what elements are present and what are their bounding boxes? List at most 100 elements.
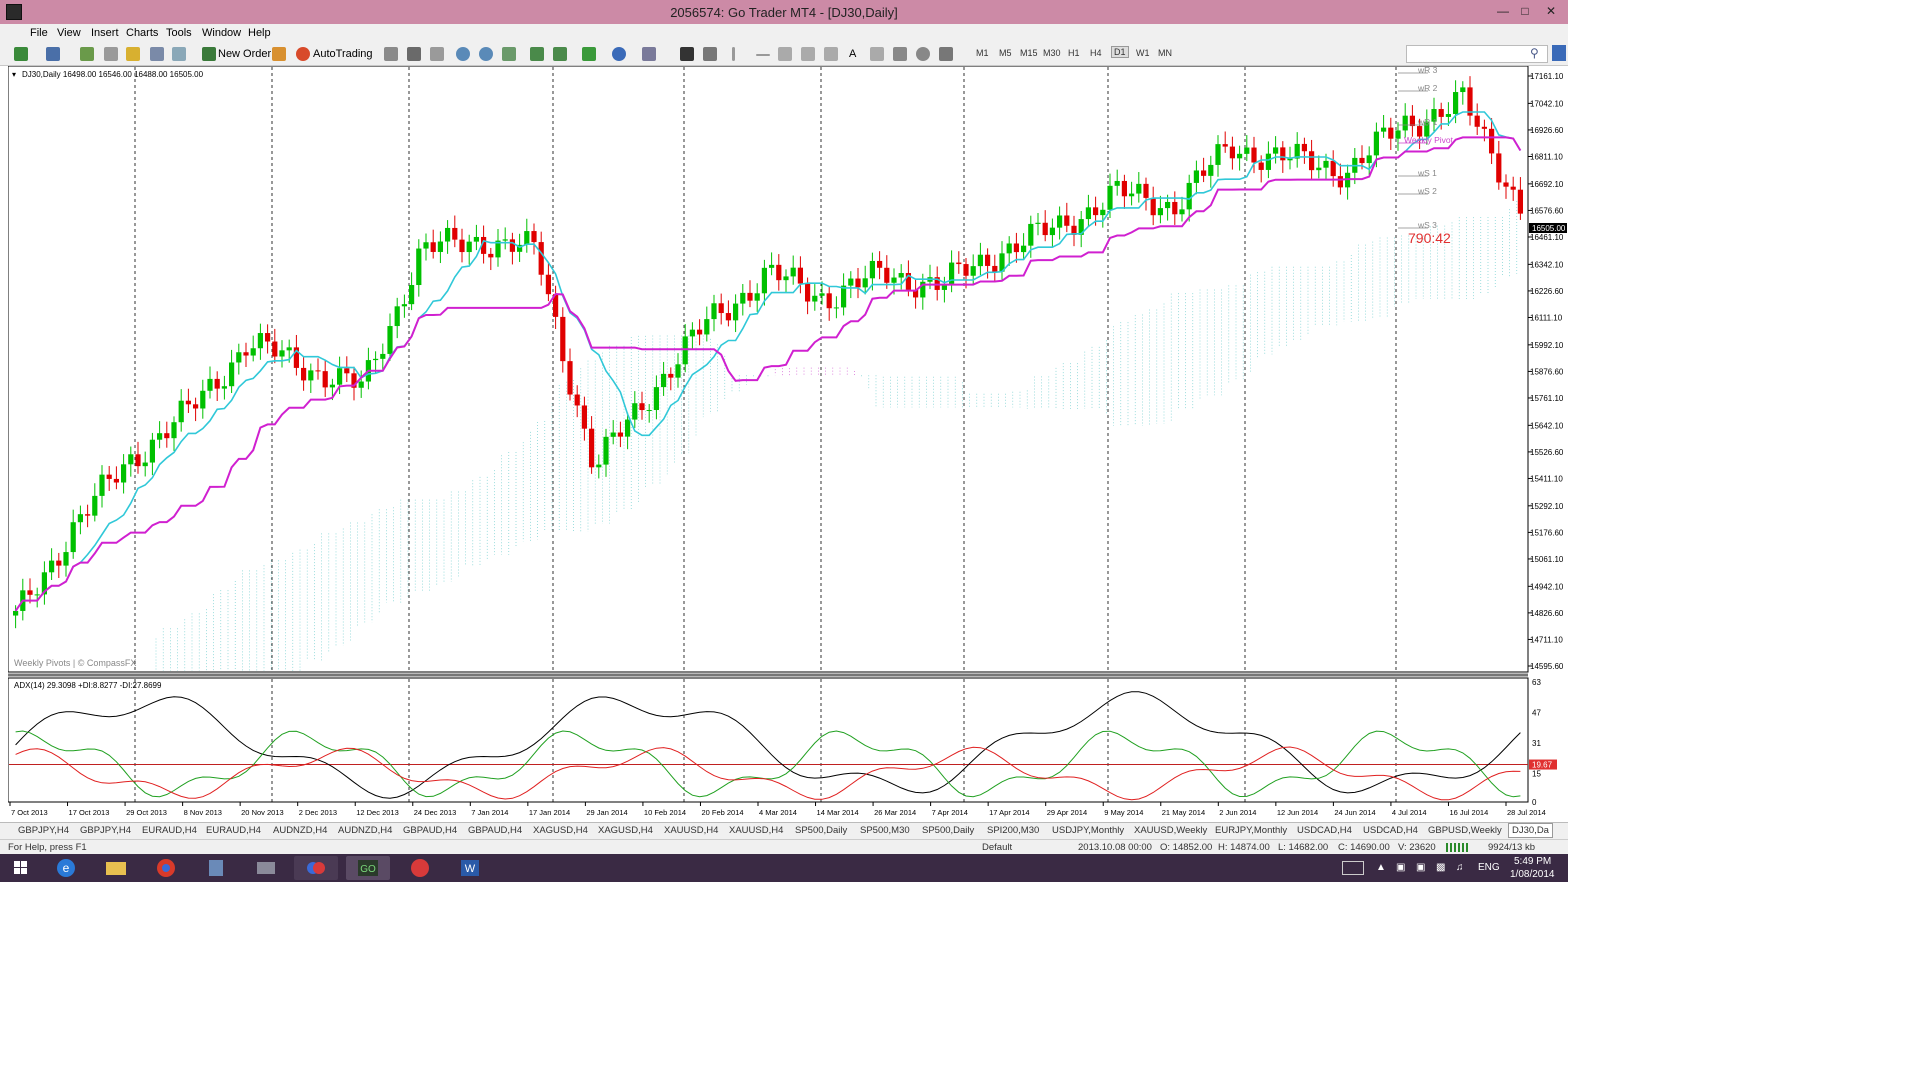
tile-windows-icon[interactable] <box>502 47 516 61</box>
market-watch-icon[interactable] <box>80 47 94 61</box>
chart-tab[interactable]: XAUUSD,H4 <box>664 825 718 836</box>
chart-tab[interactable]: EURAUD,H4 <box>206 825 261 836</box>
bar-chart-icon[interactable] <box>384 47 398 61</box>
chart-tab[interactable]: USDCAD,H4 <box>1363 825 1418 836</box>
auto-scroll-icon[interactable] <box>553 47 567 61</box>
chart-tab[interactable]: GBPUSD,Weekly <box>1428 825 1502 836</box>
search-input[interactable] <box>1406 45 1548 63</box>
zoom-in-icon[interactable] <box>456 47 470 61</box>
tray-monitor-icon[interactable]: ▣ <box>1416 862 1425 873</box>
maximize-button[interactable]: □ <box>1514 2 1536 20</box>
cursor-icon[interactable] <box>680 47 694 61</box>
tray-arrow-icon[interactable]: ▲ <box>1376 862 1386 873</box>
indicators-icon[interactable] <box>582 47 596 61</box>
navigator-icon[interactable] <box>104 47 118 61</box>
candlestick-icon[interactable] <box>407 47 421 61</box>
chart-tab[interactable]: EURAUD,H4 <box>142 825 197 836</box>
chart-tab[interactable]: XAUUSD,Weekly <box>1134 825 1207 836</box>
rectangle-icon[interactable] <box>893 47 907 61</box>
go-trader-mt4-icon[interactable]: GO <box>346 856 390 880</box>
timeframe-m15[interactable]: M15 <box>1020 48 1038 58</box>
tray-date[interactable]: 1/08/2014 <box>1510 869 1555 880</box>
autotrading-button[interactable]: AutoTrading <box>313 46 373 62</box>
chart-tab[interactable]: EURJPY,Monthly <box>1215 825 1287 836</box>
chart-window[interactable]: 17161.10 17042.10 16926.60 16811.10 16692.10… <box>7 65 1568 822</box>
keyboard-icon[interactable] <box>1342 861 1364 875</box>
chart-tab[interactable]: USDJPY,Monthly <box>1052 825 1124 836</box>
tray-language[interactable]: ENG <box>1478 862 1500 873</box>
menu-help[interactable]: Help <box>248 27 271 39</box>
ellipse-icon[interactable] <box>916 47 930 61</box>
tray-network-icon[interactable]: ▩ <box>1436 862 1445 873</box>
chart-tab[interactable]: DJ30,Da <box>1508 823 1553 838</box>
timeframe-h1[interactable]: H1 <box>1068 48 1080 58</box>
media-app-icon[interactable] <box>294 856 338 880</box>
chart-tab[interactable]: XAGUSD,H4 <box>533 825 588 836</box>
menu-window[interactable]: Window <box>202 27 241 39</box>
indicator-pane[interactable] <box>7 677 1529 803</box>
word-icon[interactable]: W <box>448 856 492 880</box>
timeframe-mn[interactable]: MN <box>1158 48 1172 58</box>
arrows-icon[interactable] <box>939 47 953 61</box>
line-chart-icon[interactable] <box>430 47 444 61</box>
timeframe-m1[interactable]: M1 <box>976 48 989 58</box>
menu-charts[interactable]: Charts <box>126 27 158 39</box>
periods-icon[interactable] <box>612 47 626 61</box>
chart-tab[interactable]: AUDNZD,H4 <box>273 825 327 836</box>
tray-volume-icon[interactable]: ♫ <box>1456 862 1464 873</box>
menu-file[interactable]: File <box>30 27 48 39</box>
menu-insert[interactable]: Insert <box>91 27 119 39</box>
menu-tools[interactable]: Tools <box>166 27 192 39</box>
chrome-icon[interactable] <box>144 856 188 880</box>
meta-editor-icon[interactable] <box>272 47 286 61</box>
internet-explorer-icon[interactable]: e <box>44 856 88 880</box>
vertical-line-icon[interactable] <box>732 47 735 61</box>
text-label-icon[interactable] <box>870 47 884 61</box>
price-chart[interactable]: 17161.10 17042.10 16926.60 16811.10 16692.10… <box>7 65 1568 822</box>
timeframe-m30[interactable]: M30 <box>1043 48 1061 58</box>
templates-icon[interactable] <box>642 47 656 61</box>
chart-tab[interactable]: GBPAUD,H4 <box>403 825 457 836</box>
tray-time[interactable]: 5:49 PM <box>1514 856 1551 867</box>
autotrading-icon[interactable] <box>296 47 310 61</box>
chart-tab[interactable]: GBPJPY,H4 <box>18 825 69 836</box>
close-button[interactable]: ✕ <box>1540 2 1562 20</box>
chart-tab[interactable]: XAUUSD,H4 <box>729 825 783 836</box>
equidistant-channel-icon[interactable] <box>801 47 815 61</box>
tester-icon[interactable] <box>172 47 186 61</box>
file-explorer-icon[interactable] <box>94 856 138 880</box>
terminal-icon[interactable] <box>150 47 164 61</box>
data-window-icon[interactable] <box>126 47 140 61</box>
new-order-icon[interactable] <box>202 47 216 61</box>
new-order-button[interactable]: New Order <box>218 46 271 62</box>
timeframe-w1[interactable]: W1 <box>1136 48 1150 58</box>
chart-tab[interactable]: SP500,M30 <box>860 825 910 836</box>
chart-tab[interactable]: GBPAUD,H4 <box>468 825 522 836</box>
stock-app-icon[interactable] <box>398 856 442 880</box>
start-icon[interactable] <box>6 856 34 880</box>
crosshair-icon[interactable] <box>703 47 717 61</box>
horizontal-line-icon[interactable] <box>756 54 770 56</box>
search-icon[interactable]: ⚲ <box>1530 46 1539 60</box>
text-tool-icon[interactable]: A <box>849 46 856 62</box>
timeframe-h4[interactable]: H4 <box>1090 48 1102 58</box>
chart-tab[interactable]: USDCAD,H4 <box>1297 825 1352 836</box>
menu-view[interactable]: View <box>57 27 81 39</box>
calculator-icon[interactable] <box>194 856 238 880</box>
chart-tab[interactable]: AUDNZD,H4 <box>338 825 392 836</box>
chart-tab[interactable]: GBPJPY,H4 <box>80 825 131 836</box>
chart-tab[interactable]: SPI200,M30 <box>987 825 1039 836</box>
chart-tab[interactable]: SP500,Daily <box>922 825 974 836</box>
new-chart-icon[interactable] <box>14 47 28 61</box>
zoom-out-icon[interactable] <box>479 47 493 61</box>
minimize-button[interactable]: — <box>1492 2 1514 20</box>
network-app-icon[interactable] <box>244 856 288 880</box>
fibonacci-icon[interactable] <box>824 47 838 61</box>
chart-shift-icon[interactable] <box>530 47 544 61</box>
profiles-icon[interactable] <box>46 47 60 61</box>
timeframe-d1[interactable]: D1 <box>1111 46 1129 58</box>
chart-tab[interactable]: SP500,Daily <box>795 825 847 836</box>
tray-display-icon[interactable]: ▣ <box>1396 862 1405 873</box>
chart-tab[interactable]: XAGUSD,H4 <box>598 825 653 836</box>
community-icon[interactable] <box>1552 45 1566 61</box>
